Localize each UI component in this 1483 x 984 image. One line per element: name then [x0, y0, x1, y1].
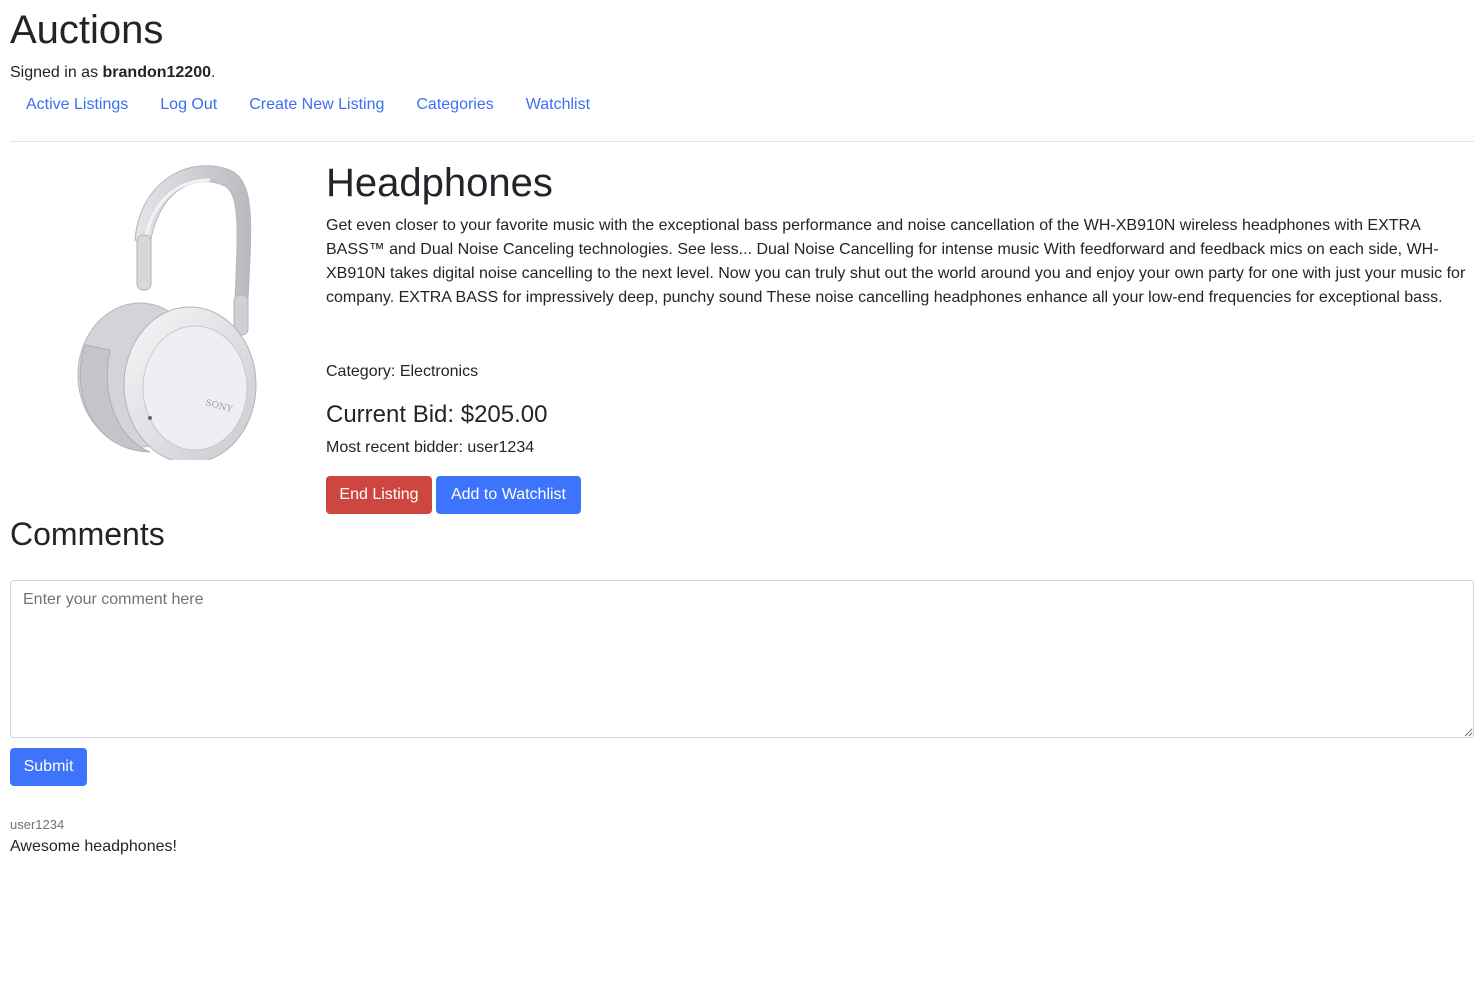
nav-active-listings[interactable]: Active Listings [10, 94, 144, 116]
nav-log-out[interactable]: Log Out [144, 94, 233, 116]
recent-bidder: Most recent bidder: user1234 [326, 439, 535, 456]
page: Auctions Signed in as brandon12200. Acti… [0, 0, 1483, 984]
listing-description: Get even closer to your favorite music w… [326, 217, 1466, 306]
listing-title: Headphones [326, 161, 553, 205]
listing-image: SONY [40, 160, 280, 464]
comment-author: user1234 [10, 817, 65, 832]
nav-create-listing[interactable]: Create New Listing [233, 94, 400, 116]
main-nav: Active Listings Log Out Create New Listi… [10, 94, 606, 116]
end-listing-button[interactable]: End Listing [326, 476, 432, 514]
app-title: Auctions [10, 8, 164, 52]
signed-in-prefix: Signed in as [10, 64, 99, 81]
headphones-image: SONY [77, 165, 257, 464]
username: brandon12200 [102, 64, 211, 81]
submit-comment-button[interactable]: Submit [10, 748, 87, 786]
nav-watchlist[interactable]: Watchlist [510, 94, 606, 116]
add-to-watchlist-button[interactable]: Add to Watchlist [436, 476, 581, 514]
current-bid: Current Bid: $205.00 [326, 401, 548, 428]
nav-divider [10, 141, 1474, 142]
comments-heading: Comments [10, 516, 165, 552]
comment-input[interactable] [10, 580, 1474, 738]
nav-categories[interactable]: Categories [400, 94, 509, 116]
comment-text: Awesome headphones! [10, 838, 177, 855]
signed-in-status: Signed in as brandon12200. [10, 62, 215, 84]
signed-in-suffix: . [211, 64, 216, 81]
listing-category: Category: Electronics [326, 363, 479, 380]
